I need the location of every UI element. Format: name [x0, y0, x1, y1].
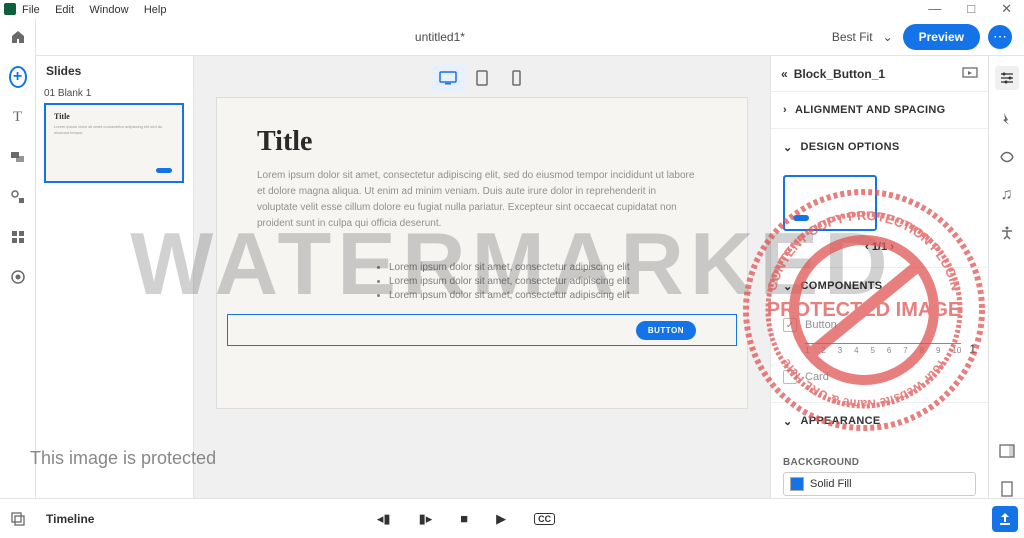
section-components[interactable]: ⌄ COMPONENTS: [771, 268, 988, 304]
button-count-slider[interactable]: 12345678910 1: [805, 342, 976, 356]
section-appearance[interactable]: ⌄ APPEARANCE: [771, 403, 988, 439]
timeline-label: Timeline: [36, 512, 194, 526]
chevron-down-icon: ⌄: [883, 30, 893, 44]
button-checkbox[interactable]: ✓: [783, 318, 797, 332]
accessibility-tab-icon[interactable]: [998, 224, 1016, 242]
audio-tab-icon[interactable]: ♫: [998, 186, 1016, 204]
left-rail: + T: [0, 18, 36, 498]
chevron-right-icon: ›: [783, 104, 787, 116]
share-button[interactable]: [992, 506, 1018, 532]
design-option[interactable]: [783, 175, 877, 231]
tablet-device-icon[interactable]: [465, 64, 499, 92]
skip-back-icon[interactable]: ◂▮: [377, 511, 391, 527]
document-title: untitled1*: [48, 30, 832, 44]
menu-file[interactable]: File: [22, 4, 40, 16]
bullet-item: Lorem ipsum dolor sit amet, consectetur …: [389, 290, 707, 301]
play-pause-icon[interactable]: ▮▸: [419, 511, 433, 527]
bottom-bar: Timeline ◂▮ ▮▸ ■ ▶ CC: [0, 498, 1024, 538]
top-bar: untitled1* Best Fit ⌄ Preview ⋯: [36, 18, 1024, 56]
properties-panel: « Block_Button_1 › ALIGNMENT AND SPACING…: [770, 56, 988, 498]
collapse-icon[interactable]: «: [781, 67, 788, 81]
slide-thumbnail[interactable]: Title Lorem ipsum dolor sit amet consect…: [44, 103, 184, 183]
app-icon: [4, 3, 16, 15]
preview-button[interactable]: Preview: [903, 24, 980, 50]
zoom-label: Best Fit: [832, 30, 873, 44]
card-checkbox[interactable]: [783, 370, 797, 384]
media-tool-icon[interactable]: [9, 148, 27, 166]
component-button-label: Button: [805, 319, 837, 331]
bullet-item: Lorem ipsum dolor sit amet, consectetur …: [389, 262, 707, 273]
mobile-device-icon[interactable]: [499, 64, 533, 92]
home-icon[interactable]: [9, 28, 27, 46]
slide-stage[interactable]: Title Lorem ipsum dolor sit amet, consec…: [217, 98, 747, 408]
record-tool-icon[interactable]: [9, 268, 27, 286]
background-dropdown[interactable]: Solid Fill: [783, 472, 976, 496]
selection-name: Block_Button_1: [794, 67, 885, 81]
component-card-row: Card: [783, 366, 976, 388]
panel2-icon[interactable]: [998, 480, 1016, 498]
menu-window[interactable]: Window: [89, 4, 128, 16]
component-card-label: Card: [805, 371, 829, 383]
more-button[interactable]: ⋯: [988, 25, 1012, 49]
close-icon[interactable]: ✕: [1001, 1, 1012, 17]
slider-ticks: 12345678910: [805, 343, 961, 355]
panel1-icon[interactable]: [998, 442, 1016, 460]
menu-edit[interactable]: Edit: [55, 4, 74, 16]
slides-panel: Slides 01 Blank 1 Title Lorem ipsum dolo…: [36, 56, 194, 498]
chevron-down-icon: ⌄: [783, 280, 793, 293]
device-switch: [431, 58, 533, 98]
thumb-title: Title: [54, 111, 174, 122]
interactions-tab-icon[interactable]: [998, 110, 1016, 128]
canvas-area: Title Lorem ipsum dolor sit amet, consec…: [194, 56, 770, 498]
properties-tab-icon[interactable]: [995, 66, 1019, 90]
text-tool-icon[interactable]: T: [9, 108, 27, 126]
titlebar: File Edit Window Help — □ ✕: [0, 0, 1024, 18]
bullet-item: Lorem ipsum dolor sit amet, consectetur …: [389, 276, 707, 287]
add-button[interactable]: +: [9, 68, 27, 86]
thumb-button: [156, 168, 172, 173]
stop-icon[interactable]: ■: [460, 511, 468, 526]
present-icon[interactable]: [962, 67, 978, 81]
desktop-device-icon[interactable]: [431, 64, 465, 92]
section-alignment[interactable]: › ALIGNMENT AND SPACING: [771, 92, 988, 128]
shapes-tool-icon[interactable]: [9, 228, 27, 246]
slide-label: 01 Blank 1: [44, 88, 185, 99]
widget-tool-icon[interactable]: [9, 188, 27, 206]
slides-heading: Slides: [44, 64, 185, 78]
menu-help[interactable]: Help: [144, 4, 167, 16]
maximize-icon[interactable]: □: [967, 1, 975, 17]
stage-button[interactable]: BUTTON: [636, 321, 696, 340]
thumb-body: Lorem ipsum dolor sit amet consectetur a…: [54, 124, 174, 135]
design-pager: ‹ 1/1 ›: [783, 241, 976, 253]
background-label: BACKGROUND: [783, 457, 976, 468]
color-swatch: [790, 477, 804, 491]
stage-body[interactable]: Lorem ipsum dolor sit amet, consectetur …: [257, 168, 697, 232]
cc-icon[interactable]: CC: [534, 513, 555, 525]
section-design[interactable]: ⌄ DESIGN OPTIONS: [771, 129, 988, 165]
main-menu: File Edit Window Help: [22, 2, 178, 16]
protected-caption: This image is protected: [30, 448, 216, 469]
button-block[interactable]: BUTTON: [227, 314, 737, 346]
chevron-down-icon: ⌄: [783, 415, 793, 428]
chevron-down-icon: ⌄: [783, 141, 793, 154]
playback-controls: ◂▮ ▮▸ ■ ▶ CC: [194, 511, 738, 527]
layers-icon[interactable]: [0, 511, 36, 527]
stage-bullets[interactable]: Lorem ipsum dolor sit amet, consectetur …: [257, 262, 707, 301]
background-value: Solid Fill: [810, 478, 852, 490]
slider-value: 1: [969, 342, 976, 356]
zoom-select[interactable]: Best Fit ⌄: [832, 30, 893, 44]
animations-tab-icon[interactable]: [998, 148, 1016, 166]
minimize-icon[interactable]: —: [928, 1, 941, 17]
play-icon[interactable]: ▶: [496, 511, 506, 527]
component-button-row: ✓ Button: [783, 314, 976, 336]
right-rail: ♫: [988, 56, 1024, 498]
stage-title[interactable]: Title: [257, 126, 707, 158]
properties-header: « Block_Button_1: [771, 56, 988, 92]
window-controls: — □ ✕: [928, 1, 1020, 17]
